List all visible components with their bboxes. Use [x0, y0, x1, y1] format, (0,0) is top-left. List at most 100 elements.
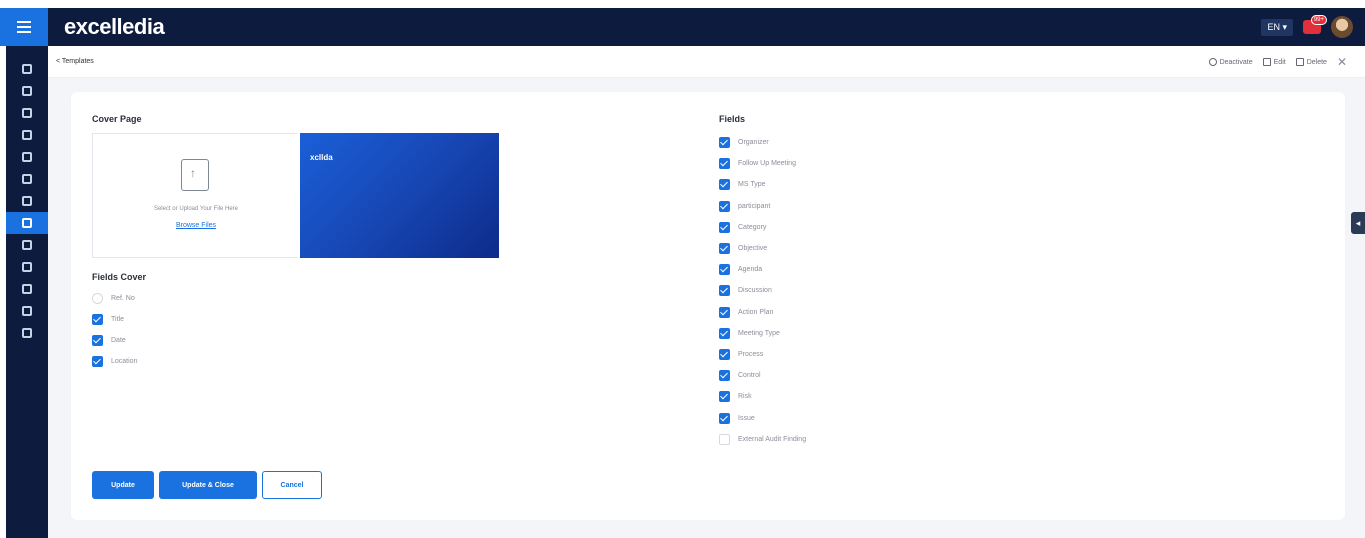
sidebar: [0, 46, 48, 538]
menu-icon[interactable]: [0, 8, 48, 46]
delete-button[interactable]: Delete: [1295, 58, 1327, 66]
field-item[interactable]: Issue: [719, 412, 755, 424]
cover-preview-image: xcllda: [300, 133, 499, 258]
close-icon[interactable]: ✕: [1337, 55, 1347, 69]
document-icon: [22, 86, 32, 96]
sidebar-item-settings[interactable]: [6, 322, 48, 344]
checkbox[interactable]: [719, 137, 730, 148]
people-icon: [22, 108, 32, 118]
upload-dropzone[interactable]: Select or Upload Your File Here Browse F…: [92, 133, 298, 258]
fields-cover-label: Date: [111, 337, 126, 344]
checkbox[interactable]: [719, 285, 730, 297]
sidebar-item-calendar[interactable]: [6, 146, 48, 168]
arrow-left-icon: ◂: [1355, 217, 1361, 228]
fields-cover-item[interactable]: Ref. No: [92, 293, 135, 304]
sub-header: < Templates Deactivate Edit Delete ✕: [48, 46, 1365, 78]
avatar[interactable]: [1331, 16, 1353, 38]
edit-label: Edit: [1273, 58, 1286, 66]
list-icon: [22, 306, 32, 316]
language-label: EN: [1267, 21, 1280, 32]
checkbox[interactable]: [92, 335, 103, 346]
notification-badge: 99+: [1310, 15, 1327, 25]
checkbox[interactable]: [719, 179, 730, 191]
field-item[interactable]: Risk: [719, 391, 752, 403]
field-item[interactable]: MS Type: [719, 179, 766, 191]
field-label: Control: [738, 372, 761, 380]
field-label: Process: [738, 351, 764, 358]
sidebar-item-people[interactable]: [6, 102, 48, 124]
field-label: Agenda: [738, 266, 763, 274]
checkbox[interactable]: [719, 306, 730, 318]
field-label: Meeting Type: [738, 329, 780, 337]
fields-cover-item[interactable]: Date: [92, 335, 126, 346]
fields-cover-title: Fields Cover: [92, 272, 147, 282]
sidebar-item-meetings[interactable]: [6, 212, 48, 234]
sidebar-item-user[interactable]: [6, 256, 48, 278]
notification-icon[interactable]: 99+: [1303, 15, 1327, 34]
edit-button[interactable]: Edit: [1262, 58, 1286, 66]
field-label: MS Type: [738, 181, 766, 189]
checkbox[interactable]: [719, 433, 730, 445]
browse-files-link[interactable]: Browse Files: [93, 222, 299, 229]
field-label: participant: [738, 202, 771, 210]
sidebar-item-list[interactable]: [6, 300, 48, 322]
calendar-icon: [22, 152, 32, 162]
sidebar-item-warning[interactable]: [6, 124, 48, 146]
field-item[interactable]: Process: [719, 349, 763, 360]
checkbox[interactable]: [719, 349, 730, 360]
field-item[interactable]: Objective: [719, 243, 767, 254]
field-item[interactable]: Follow Up Meeting: [719, 158, 796, 170]
checkbox[interactable]: [92, 293, 103, 304]
delete-label: Delete: [1306, 58, 1327, 66]
language-selector[interactable]: EN ▾: [1261, 18, 1293, 36]
field-item[interactable]: participant: [719, 200, 771, 212]
field-item[interactable]: Control: [719, 370, 761, 382]
sidebar-item-document[interactable]: [6, 80, 48, 102]
field-item[interactable]: Agenda: [719, 264, 763, 276]
fields-cover-label: Title: [111, 316, 124, 323]
field-item[interactable]: Category: [719, 221, 767, 233]
home-icon: [22, 64, 32, 74]
field-item[interactable]: Meeting Type: [719, 327, 780, 339]
checkbox[interactable]: [719, 221, 730, 233]
field-item[interactable]: Organizer: [719, 137, 769, 148]
checkbox[interactable]: [719, 243, 730, 254]
checkbox[interactable]: [719, 200, 730, 212]
user-icon: [22, 262, 32, 272]
update-button[interactable]: Update: [92, 471, 154, 499]
lock-icon: [22, 284, 32, 294]
field-item[interactable]: Discussion: [719, 285, 772, 297]
field-label: Category: [738, 223, 767, 231]
sidebar-item-lock[interactable]: [6, 278, 48, 300]
checkbox[interactable]: [719, 412, 730, 424]
warning-icon: [22, 130, 32, 140]
field-label: Organizer: [738, 139, 769, 146]
breadcrumb[interactable]: < Templates: [56, 58, 94, 65]
checkbox[interactable]: [92, 356, 103, 367]
top-bar: excelledia EN ▾ 99+: [0, 8, 1365, 46]
fields-cover-item[interactable]: Title: [92, 314, 124, 325]
cover-page-title: Cover Page: [92, 114, 142, 124]
checkbox[interactable]: [719, 391, 730, 403]
field-item[interactable]: Action Plan: [719, 306, 773, 318]
file-icon: [22, 240, 32, 250]
fields-title: Fields: [719, 114, 746, 124]
checkbox[interactable]: [719, 264, 730, 276]
checkbox[interactable]: [719, 158, 730, 170]
deactivate-label: Deactivate: [1219, 58, 1253, 66]
checkbox[interactable]: [92, 314, 103, 325]
field-item[interactable]: External Audit Finding: [719, 433, 806, 445]
sidebar-item-clipboard[interactable]: [6, 168, 48, 190]
sidebar-item-home[interactable]: [6, 58, 48, 80]
sidebar-item-shield[interactable]: [6, 190, 48, 212]
checkbox[interactable]: [719, 370, 730, 382]
settings-icon: [22, 328, 32, 338]
checkbox[interactable]: [719, 327, 730, 339]
cancel-button[interactable]: Cancel: [262, 471, 322, 499]
field-label: Issue: [738, 414, 755, 422]
collapse-panel-tab[interactable]: ◂: [1351, 212, 1365, 234]
fields-cover-item[interactable]: Location: [92, 356, 137, 367]
deactivate-button[interactable]: Deactivate: [1208, 58, 1253, 66]
update-close-button[interactable]: Update & Close: [159, 471, 257, 499]
sidebar-item-file[interactable]: [6, 234, 48, 256]
